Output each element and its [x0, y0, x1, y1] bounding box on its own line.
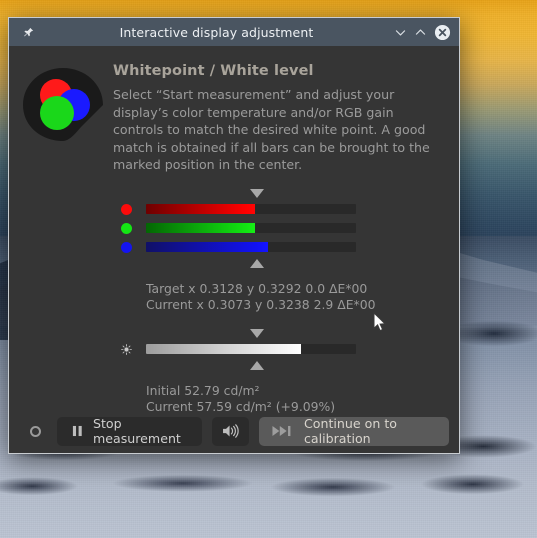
continue-to-calibration-label: Continue on to calibration — [304, 416, 397, 446]
red-channel-row — [121, 200, 459, 219]
blue-channel-fill — [146, 242, 268, 252]
window-titlebar: Interactive display adjustment — [9, 18, 459, 48]
instructions-text: Select “Start measurement” and adjust yo… — [113, 87, 430, 172]
pause-icon — [72, 425, 83, 437]
green-channel-track[interactable] — [146, 223, 356, 233]
red-channel-track[interactable] — [146, 204, 356, 214]
close-circle-icon[interactable] — [434, 24, 451, 41]
brightness-track[interactable] — [146, 344, 356, 354]
stop-measurement-label: Stop measurement — [93, 416, 181, 446]
brightness-fill — [146, 344, 302, 354]
triangle-down-marker-icon — [250, 328, 264, 338]
desktop: Interactive display adjustment Whitepoin… — [0, 0, 537, 538]
speaker-volume-icon — [222, 424, 239, 438]
green-channel-dot-icon — [121, 222, 132, 234]
stop-measurement-button[interactable]: Stop measurement — [57, 416, 202, 446]
chevron-down-icon[interactable] — [394, 26, 407, 39]
rgb-target-marker-top — [121, 188, 459, 200]
rgb-circles-logo-icon — [19, 63, 111, 174]
triangle-up-marker-icon — [250, 360, 264, 370]
rgb-slider-group — [9, 188, 459, 269]
green-channel-row — [121, 219, 459, 238]
dialog-footer: Stop measurement Continue on to calibrat… — [9, 409, 459, 453]
continue-to-calibration-button[interactable]: Continue on to calibration — [259, 416, 449, 446]
whitepoint-readout: Target x 0.3128 y 0.3292 0.0 ΔE*00 Curre… — [9, 281, 459, 314]
brightness-slider-group — [9, 328, 459, 371]
brightness-target-marker-bottom — [121, 359, 459, 371]
pin-icon[interactable] — [17, 27, 39, 38]
window-title: Interactive display adjustment — [119, 24, 314, 40]
blue-channel-row — [121, 238, 459, 257]
whitepoint-current-value: Current x 0.3073 y 0.3238 2.9 ΔE*00 — [146, 297, 376, 312]
wallpaper-treeline-lower — [0, 466, 537, 514]
blue-channel-track[interactable] — [146, 242, 356, 252]
sound-toggle-button[interactable] — [212, 416, 249, 446]
chevron-up-icon[interactable] — [414, 26, 427, 39]
rgb-target-marker-bottom — [121, 257, 459, 269]
brightness-sun-icon — [121, 343, 132, 355]
red-channel-fill — [146, 204, 256, 214]
dialog-content: Whitepoint / White level Select “Start m… — [9, 46, 459, 453]
brightness-target-marker-top — [121, 328, 459, 340]
brightness-row — [121, 340, 459, 359]
measurement-ring-icon[interactable] — [23, 419, 47, 443]
red-channel-dot-icon — [121, 203, 132, 215]
skip-forward-icon — [272, 425, 294, 437]
interactive-display-adjustment-dialog: Interactive display adjustment Whitepoin… — [8, 17, 460, 454]
blue-channel-dot-icon — [121, 241, 132, 253]
green-channel-fill — [146, 223, 256, 233]
page-title: Whitepoint / White level — [113, 63, 314, 79]
triangle-up-marker-icon — [250, 258, 264, 268]
triangle-down-marker-icon — [250, 188, 264, 198]
luminance-initial-value: Initial 52.79 cd/m² — [146, 382, 260, 398]
whitepoint-target-value: Target x 0.3128 y 0.3292 0.0 ΔE*00 — [146, 280, 368, 296]
